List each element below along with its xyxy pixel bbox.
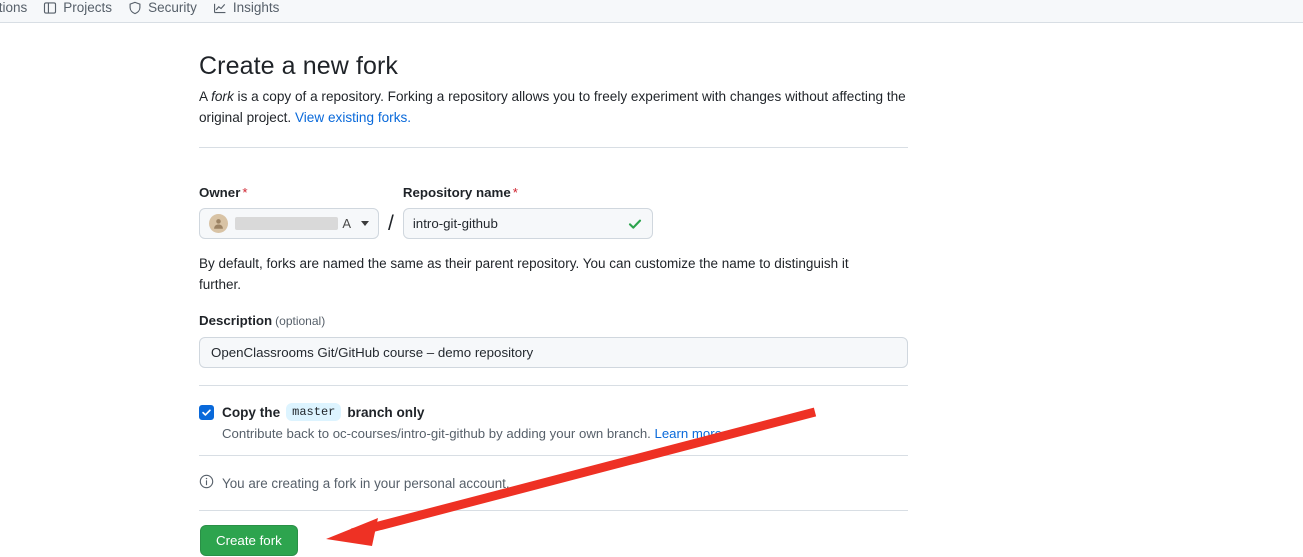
copy-branch-checkbox[interactable]	[199, 404, 214, 420]
owner-label: Owner *	[199, 185, 379, 200]
divider-top	[199, 147, 908, 148]
repository-field-group: Repository name * intro-git-github	[402, 185, 653, 239]
view-existing-forks-link[interactable]: View existing forks.	[295, 110, 411, 125]
user-avatar-icon	[209, 214, 228, 233]
description-label: Description (optional)	[199, 313, 908, 328]
repo-nav-bar: ctions Projects Security	[0, 0, 1303, 23]
description-input[interactable]: OpenClassrooms Git/GitHub course – demo …	[199, 337, 908, 368]
owner-name-visible-tail: A	[342, 216, 351, 231]
owner-label-text: Owner	[199, 185, 241, 200]
divider-before-checkbox	[199, 385, 908, 386]
personal-account-notice: You are creating a fork in your personal…	[199, 474, 510, 492]
copy-branch-subtext-text: Contribute back to oc-courses/intro-git-…	[222, 426, 651, 441]
chevron-down-icon	[361, 221, 369, 226]
description-block: Description (optional) OpenClassrooms Git…	[199, 313, 908, 368]
owner-name-redacted	[235, 217, 339, 230]
learn-more-link[interactable]: Learn more.	[655, 426, 726, 441]
description-label-text: Description	[199, 313, 273, 328]
nav-item-projects-label: Projects	[63, 0, 113, 15]
repository-label-text: Repository name	[402, 185, 511, 200]
nav-item-security-label: Security	[148, 0, 197, 15]
copy-branch-label-after: branch only	[347, 404, 425, 420]
description-value: OpenClassrooms Git/GitHub course – demo …	[211, 345, 534, 360]
table-icon	[43, 1, 57, 15]
graph-icon	[213, 1, 227, 15]
shield-icon	[128, 1, 142, 15]
divider-before-button	[199, 510, 908, 511]
check-icon	[627, 216, 643, 232]
divider-before-notice	[199, 455, 908, 456]
nav-item-security[interactable]: Security	[128, 0, 213, 22]
repository-name-label: Repository name *	[403, 185, 653, 200]
page-desc-emphasis: fork	[211, 89, 234, 104]
owner-required-mark: *	[242, 185, 248, 200]
owner-repo-separator: /	[388, 212, 394, 235]
page-title: Create a new fork	[199, 52, 399, 80]
nav-item-actions-label: ctions	[0, 0, 28, 15]
nav-item-projects[interactable]: Projects	[43, 0, 128, 22]
nav-item-insights-label: Insights	[232, 0, 280, 15]
info-icon	[199, 474, 214, 492]
repository-name-hint: By default, forks are named the same as …	[199, 256, 849, 292]
create-fork-button[interactable]: Create fork	[200, 525, 298, 556]
page-desc-prefix: A	[199, 89, 212, 104]
page-description: A fork is a copy of a repository. Forkin…	[199, 87, 909, 128]
repository-name-input[interactable]: intro-git-github	[402, 208, 653, 239]
nav-item-insights[interactable]: Insights	[213, 0, 296, 22]
owner-select[interactable]: A	[199, 208, 379, 239]
copy-branch-block: Copy the master branch only Contribute bac…	[199, 403, 726, 441]
owner-field-group: Owner * A	[199, 185, 379, 239]
owner-repo-fields: Owner * A / Repository name * intro-git-gi…	[199, 185, 653, 239]
personal-account-notice-text: You are creating a fork in your personal…	[222, 475, 510, 491]
copy-branch-row[interactable]: Copy the master branch only	[199, 403, 726, 421]
repository-name-value: intro-git-github	[412, 216, 498, 231]
copy-branch-subtext: Contribute back to oc-courses/intro-git-…	[222, 426, 726, 441]
repository-required-mark: *	[512, 185, 518, 200]
copy-branch-label-before: Copy the	[222, 404, 281, 420]
description-optional-text: (optional)	[275, 314, 326, 328]
fork-form-header: Create a new fork A fork is a copy of a …	[199, 52, 908, 128]
copy-branch-label: Copy the master branch only	[222, 403, 424, 421]
branch-name-chip: master	[286, 403, 342, 421]
nav-item-actions[interactable]: ctions	[0, 0, 43, 22]
